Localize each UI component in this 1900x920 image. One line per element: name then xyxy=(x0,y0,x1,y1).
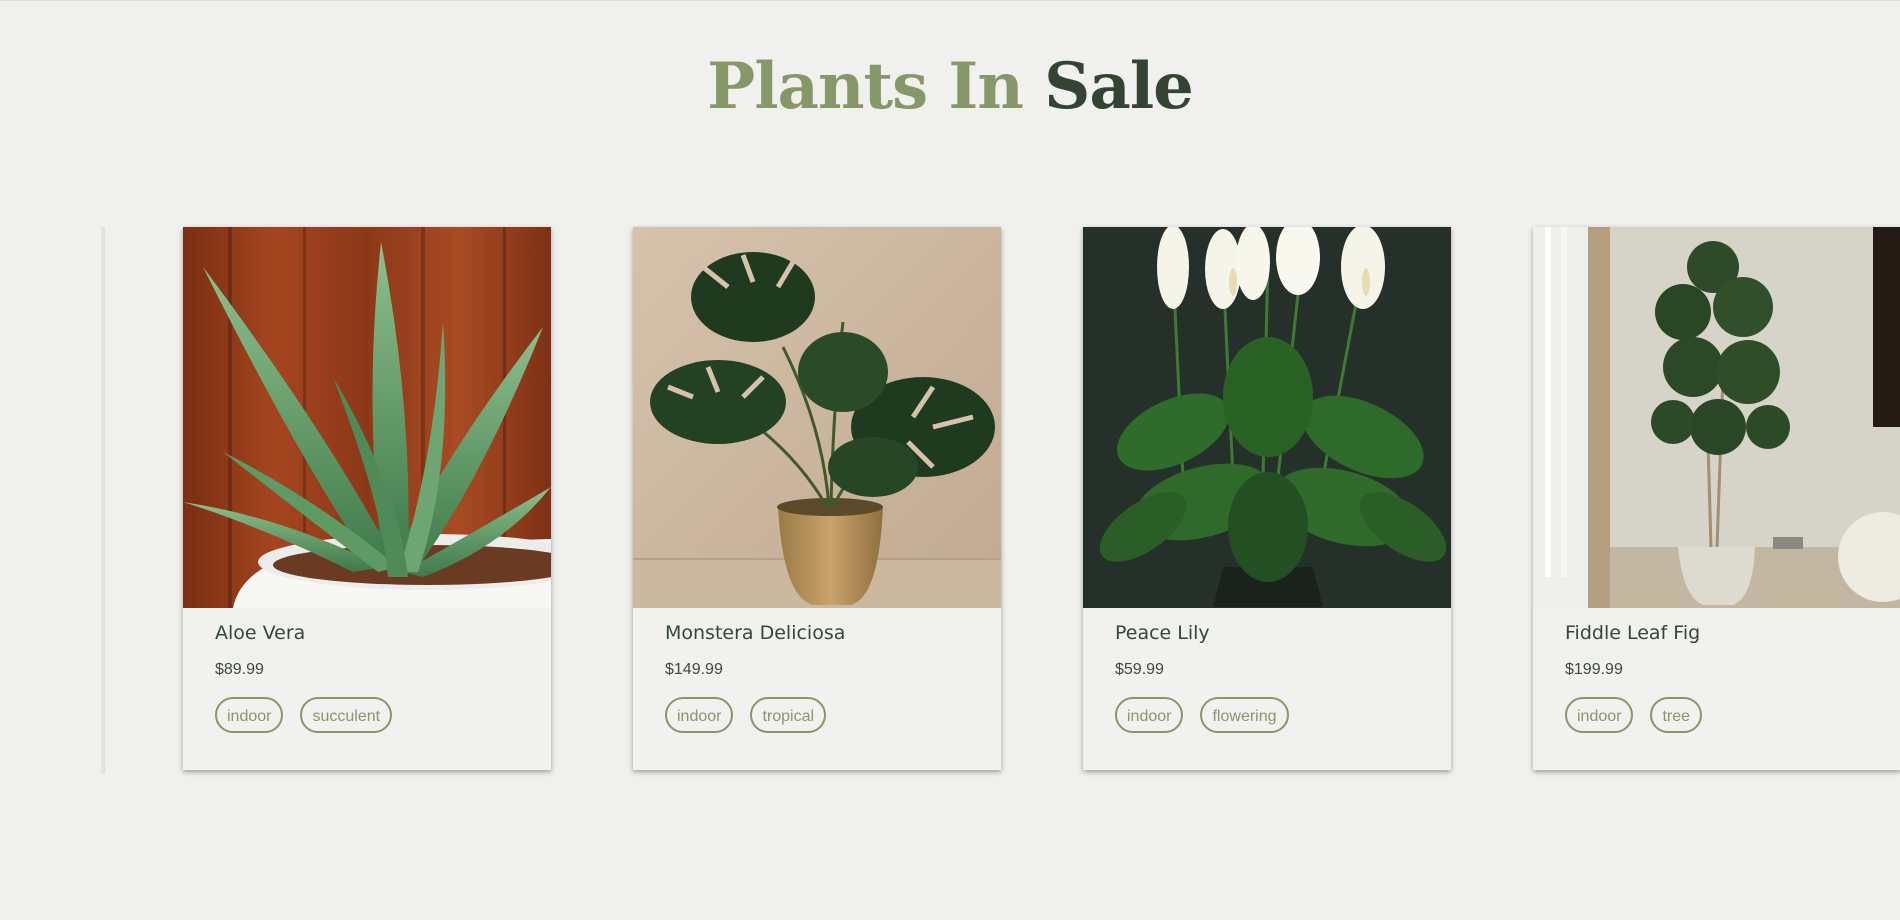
aloe-vera-image[interactable] xyxy=(183,227,551,608)
product-tag[interactable]: tree xyxy=(1650,697,1703,733)
plants-carousel[interactable]: Aloe Vera $89.99 indoor succulent Monste… xyxy=(0,0,1900,920)
product-tags: indoor tropical xyxy=(665,697,827,733)
product-tag[interactable]: indoor xyxy=(215,697,284,733)
monstera-image[interactable] xyxy=(633,227,1001,608)
product-tag[interactable]: indoor xyxy=(1565,697,1634,733)
product-tag[interactable]: succulent xyxy=(300,697,393,733)
product-tag[interactable]: indoor xyxy=(1115,697,1184,733)
product-name[interactable]: Monstera Deliciosa xyxy=(665,622,845,644)
previous-card-edge[interactable] xyxy=(101,227,104,774)
product-name[interactable]: Peace Lily xyxy=(1115,622,1210,644)
product-tag[interactable]: indoor xyxy=(665,697,734,733)
product-card[interactable]: Monstera Deliciosa $149.99 indoor tropic… xyxy=(633,227,1001,770)
product-tags: indoor tree xyxy=(1565,697,1703,733)
product-tags: indoor flowering xyxy=(1115,697,1289,733)
product-card[interactable]: Fiddle Leaf Fig $199.99 indoor tree xyxy=(1533,227,1900,770)
product-tag[interactable]: tropical xyxy=(750,697,827,733)
product-tags: indoor succulent xyxy=(215,697,393,733)
product-price: $149.99 xyxy=(665,661,723,678)
product-name[interactable]: Fiddle Leaf Fig xyxy=(1565,622,1700,644)
product-price: $199.99 xyxy=(1565,661,1623,678)
product-tag[interactable]: flowering xyxy=(1200,697,1289,733)
peace-lily-image[interactable] xyxy=(1083,227,1451,608)
product-name[interactable]: Aloe Vera xyxy=(215,622,305,644)
product-card[interactable]: Peace Lily $59.99 indoor flowering xyxy=(1083,227,1451,770)
product-price: $59.99 xyxy=(1115,661,1164,678)
product-price: $89.99 xyxy=(215,661,264,678)
product-card[interactable]: Aloe Vera $89.99 indoor succulent xyxy=(183,227,551,770)
fiddle-leaf-fig-image[interactable] xyxy=(1533,227,1900,608)
